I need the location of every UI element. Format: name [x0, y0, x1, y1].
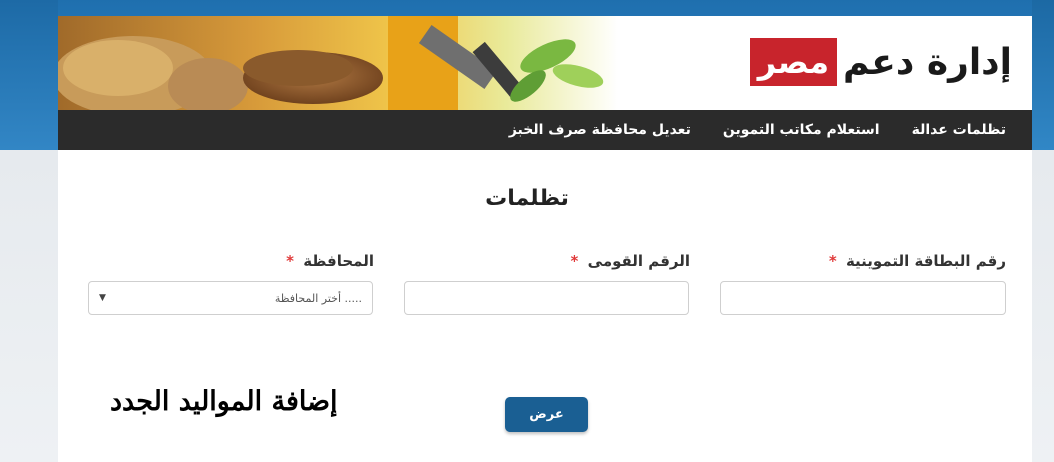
site-logo[interactable]: إدارة دعم مصر	[749, 34, 1012, 90]
governorate-select[interactable]: ▼ ..... أختر المحافظة	[88, 281, 373, 315]
submit-button[interactable]: عرض	[505, 397, 588, 432]
governorate-label: المحافظة *	[286, 252, 374, 270]
national-id-label: الرقم القومى *	[571, 252, 690, 270]
card-number-label: رقم البطاقة التموينية *	[829, 252, 1006, 270]
site-header: إدارة دعم مصر	[58, 16, 1032, 110]
logo-text: إدارة دعم	[843, 41, 1012, 83]
governorate-label-text: المحافظة	[303, 252, 374, 270]
main-navbar: تظلمات عدالة استعلام مكاتب التموين تعديل…	[58, 110, 1032, 150]
required-mark: *	[570, 252, 579, 270]
page-background-left	[0, 0, 58, 462]
add-newborns-text: إضافة المواليد الجدد	[110, 386, 338, 417]
card-number-input[interactable]	[720, 281, 1006, 315]
header-banner-image	[58, 16, 618, 110]
nav-item-adala-complaints[interactable]: تظلمات عدالة	[896, 122, 1022, 138]
national-id-input[interactable]	[404, 281, 689, 315]
nav-item-supply-offices[interactable]: استعلام مكاتب التموين	[707, 122, 896, 138]
logo-badge: مصر	[749, 38, 838, 86]
required-mark: *	[828, 252, 837, 270]
governorate-select-value: ..... أختر المحافظة	[274, 291, 362, 305]
national-id-label-text: الرقم القومى	[587, 252, 690, 270]
card-number-label-text: رقم البطاقة التموينية	[845, 252, 1006, 270]
dropdown-arrow-icon: ▼	[99, 293, 106, 303]
required-mark: *	[286, 252, 294, 270]
nav-item-bread-governorate[interactable]: تعديل محافظة صرف الخبز	[493, 122, 707, 138]
page-background-right	[1032, 0, 1054, 462]
page-title: تظلمات	[485, 186, 569, 211]
